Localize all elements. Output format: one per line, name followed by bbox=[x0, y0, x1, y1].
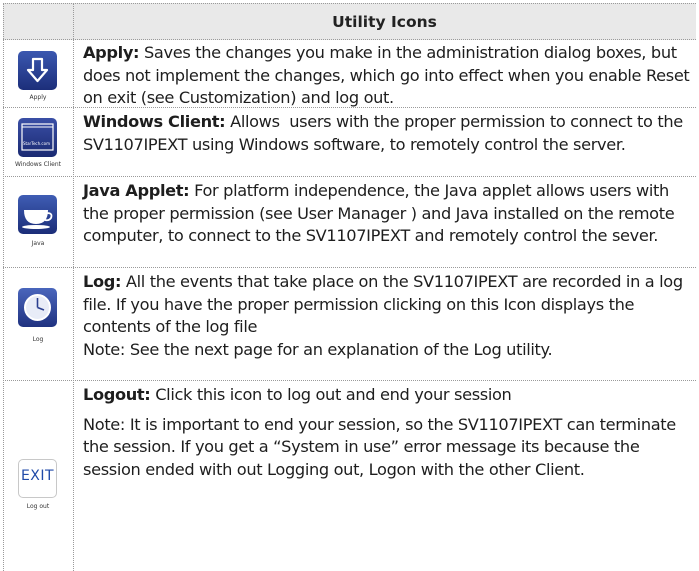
windows-client-icon-label: StarTech.com bbox=[23, 141, 50, 146]
row-description: Log: All the events that take place on t… bbox=[83, 271, 692, 361]
clock-icon[interactable] bbox=[18, 288, 57, 327]
row-text: Click this icon to log out and end your … bbox=[150, 385, 512, 404]
table-border-left bbox=[3, 3, 4, 571]
apply-arrow-down-icon[interactable] bbox=[18, 51, 57, 90]
table-header-row: Utility Icons bbox=[3, 3, 696, 40]
table-row-java-applet: Java Java Applet: For platform independe… bbox=[3, 177, 696, 268]
row-term: Windows Client: bbox=[83, 112, 226, 131]
windows-client-icon[interactable]: StarTech.com bbox=[18, 118, 57, 157]
row-description: Logout: Click this icon to log out and e… bbox=[83, 384, 692, 481]
row-term: Log: bbox=[83, 272, 122, 291]
table-column-divider bbox=[73, 3, 74, 571]
icon-caption: Log out bbox=[26, 503, 50, 510]
row-description: Windows Client: Allows users with the pr… bbox=[83, 111, 692, 156]
icon-caption: Log bbox=[32, 336, 44, 343]
icon-caption: Apply bbox=[29, 94, 47, 101]
row-description: Java Applet: For platform independence, … bbox=[83, 180, 692, 248]
icon-caption: Windows Client bbox=[14, 161, 62, 168]
table-title: Utility Icons bbox=[332, 12, 437, 31]
row-text: All the events that take place on the SV… bbox=[83, 272, 683, 337]
row-description: Apply: Saves the changes you make in the… bbox=[83, 42, 692, 110]
table-row-windows-client: StarTech.com Windows Client Windows Clie… bbox=[3, 108, 696, 177]
table-row-log: Log Log: All the events that take place … bbox=[3, 268, 696, 381]
icon-caption: Java bbox=[31, 240, 45, 247]
row-note: Note: See the next page for an explanati… bbox=[83, 339, 553, 359]
row-note: Note: It is important to end your sessio… bbox=[83, 414, 676, 479]
exit-icon-label: EXIT bbox=[20, 468, 55, 484]
exit-icon[interactable]: EXIT bbox=[18, 459, 57, 498]
row-text: Saves the changes you make in the admini… bbox=[83, 43, 690, 108]
table-row-apply: Apply Apply: Saves the changes you make … bbox=[3, 39, 696, 108]
table-row-logout: EXIT Log out Logout: Click this icon to … bbox=[3, 381, 696, 571]
row-term: Java Applet: bbox=[83, 181, 190, 200]
row-term: Apply: bbox=[83, 43, 140, 62]
java-cup-icon[interactable] bbox=[18, 195, 57, 234]
row-term: Logout: bbox=[83, 385, 151, 404]
